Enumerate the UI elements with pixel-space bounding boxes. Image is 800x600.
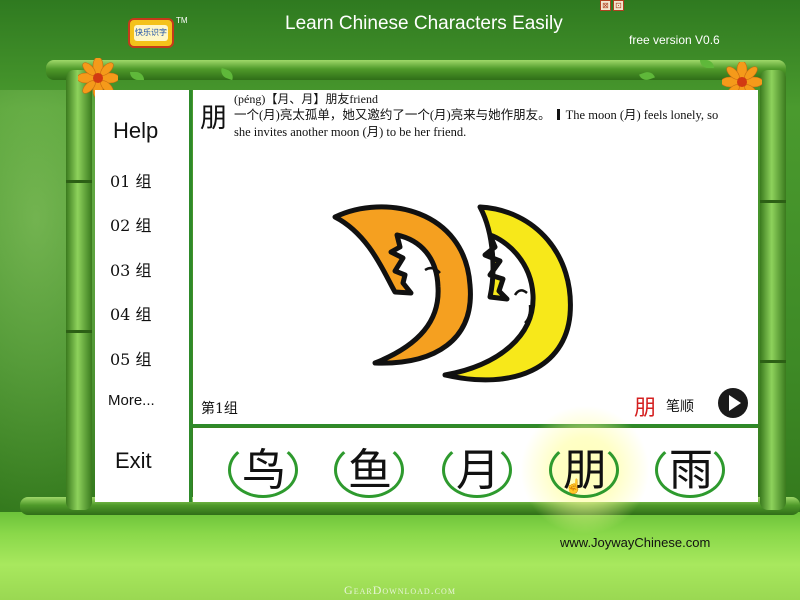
play-stroke-order-button[interactable] bbox=[718, 388, 748, 418]
app-logo: 快乐识字 bbox=[128, 18, 174, 48]
character-button-3[interactable]: 月 bbox=[438, 430, 518, 502]
character-button-4[interactable]: 朋 bbox=[545, 430, 625, 502]
minimize-icon[interactable]: ⊠ bbox=[600, 0, 611, 11]
lesson-character: 朋 bbox=[200, 103, 227, 134]
bamboo-top-beam bbox=[46, 60, 786, 80]
help-button[interactable]: Help bbox=[113, 118, 158, 144]
stroke-order-label: 笔顺 bbox=[666, 399, 694, 415]
story-chinese: 一个(月)亮太孤单，她又邀约了一个(月)亮来与她作朋友。 bbox=[234, 108, 551, 122]
logo-text: 快乐识字 bbox=[134, 25, 168, 41]
sidebar-item-group-05[interactable]: 05 组 bbox=[110, 346, 151, 370]
character-button-5[interactable]: 雨 bbox=[651, 430, 731, 502]
sidebar-item-group-02[interactable]: 02 组 bbox=[110, 212, 151, 236]
character-glyph: 鸟 bbox=[242, 445, 286, 496]
window-controls: ⊠ ⊡ bbox=[600, 0, 624, 11]
mouse-cursor-icon: ☝ bbox=[565, 478, 583, 494]
sidebar-item-group-04[interactable]: 04 组 bbox=[110, 301, 151, 325]
character-glyph: 朋 bbox=[563, 445, 607, 496]
group-label: 第1组 bbox=[201, 401, 238, 417]
bamboo-node bbox=[760, 200, 786, 203]
character-glyph: 鱼 bbox=[348, 445, 392, 496]
story-text: 一个(月)亮太孤单，她又邀约了一个(月)亮来与她作朋友。 The moon (月)… bbox=[234, 107, 734, 141]
bamboo-node bbox=[66, 330, 92, 333]
character-glyph: 雨 bbox=[669, 445, 713, 496]
watermark: GearDownload.com bbox=[344, 583, 456, 597]
more-button[interactable]: More... bbox=[108, 392, 155, 409]
exit-button[interactable]: Exit bbox=[115, 448, 152, 474]
sidebar-panel bbox=[95, 90, 190, 502]
sidebar-item-group-03[interactable]: 03 组 bbox=[110, 257, 151, 281]
moons-illustration bbox=[332, 204, 573, 383]
stroke-order-character: 朋 bbox=[634, 396, 657, 421]
version-label: free version V0.6 bbox=[629, 33, 720, 47]
pinyin-line: (péng)【月、月】朋友friend bbox=[234, 92, 378, 106]
character-glyph: 月 bbox=[456, 445, 500, 496]
sidebar-item-group-01[interactable]: 01 组 bbox=[110, 168, 151, 192]
bamboo-node bbox=[66, 180, 92, 183]
bamboo-node bbox=[760, 360, 786, 363]
separator-bar bbox=[556, 109, 560, 120]
orange-moon bbox=[332, 204, 473, 366]
character-button-1[interactable]: 鸟 bbox=[224, 430, 304, 502]
character-button-2[interactable]: 鱼 bbox=[330, 430, 410, 502]
divider-vertical bbox=[189, 90, 192, 502]
divider-horizontal bbox=[190, 424, 758, 427]
trademark-label: TM bbox=[176, 16, 188, 25]
close-icon[interactable]: ⊡ bbox=[613, 0, 624, 11]
app-title: Learn Chinese Characters Easily bbox=[285, 13, 563, 34]
website-link[interactable]: www.JoywayChinese.com bbox=[560, 535, 710, 550]
bamboo-left-post bbox=[66, 70, 92, 510]
bamboo-right-post bbox=[760, 70, 786, 510]
